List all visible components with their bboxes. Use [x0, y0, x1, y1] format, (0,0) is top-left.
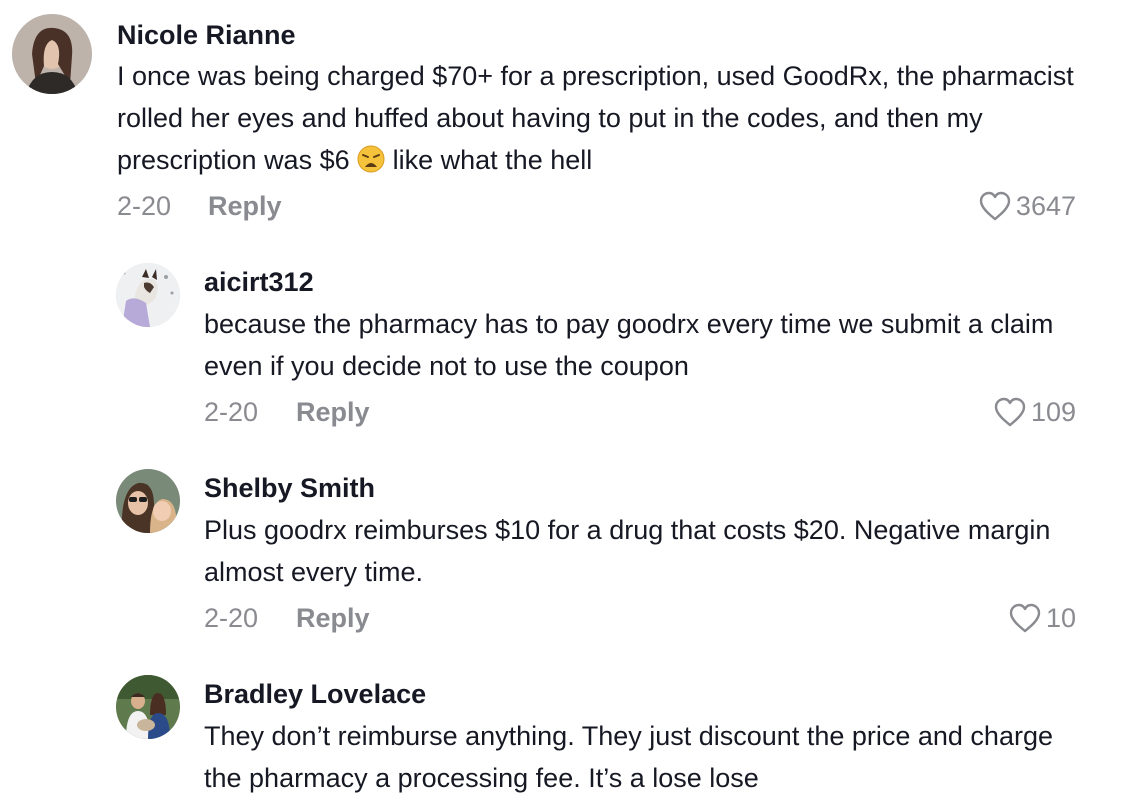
like-button[interactable]: 10 — [1008, 602, 1076, 634]
comment-date: 2-20 — [204, 397, 259, 427]
username[interactable]: Nicole Rianne — [117, 19, 296, 51]
comment-text: I once was being charged $70+ for a pres… — [117, 55, 1097, 181]
comment-text: because the pharmacy has to pay goodrx e… — [204, 309, 1054, 381]
username[interactable]: aicirt312 — [204, 266, 314, 298]
heart-outline-icon — [994, 397, 1026, 427]
avatar[interactable] — [116, 469, 180, 533]
like-button[interactable]: 3647 — [978, 190, 1076, 222]
comment-text-part: I once was being charged $70+ for a pres… — [117, 61, 1074, 175]
comment-date: 2-20 — [117, 191, 172, 221]
heart-outline-icon — [1009, 603, 1041, 633]
like-count: 10 — [1045, 603, 1076, 633]
username[interactable]: Shelby Smith — [204, 472, 375, 504]
weary-face-emoji — [357, 145, 385, 173]
avatar[interactable] — [116, 675, 180, 739]
like-button[interactable]: 109 — [993, 396, 1076, 428]
reply-button[interactable]: Reply — [296, 396, 370, 428]
comment-date: 2-20 — [204, 603, 259, 633]
heart-outline-icon — [979, 191, 1011, 221]
avatar[interactable] — [116, 263, 180, 327]
username[interactable]: Bradley Lovelace — [204, 678, 426, 710]
comment-text: Plus goodrx reimburses $10 for a drug th… — [204, 515, 1051, 587]
reply-button[interactable]: Reply — [296, 602, 370, 634]
comment-text-part: like what the hell — [385, 145, 593, 175]
like-count: 3647 — [1015, 191, 1076, 221]
like-count: 109 — [1030, 397, 1076, 427]
avatar[interactable] — [12, 14, 92, 94]
reply-button[interactable]: Reply — [208, 190, 282, 222]
comment-text: They don’t reimburse anything. They just… — [204, 721, 1053, 793]
